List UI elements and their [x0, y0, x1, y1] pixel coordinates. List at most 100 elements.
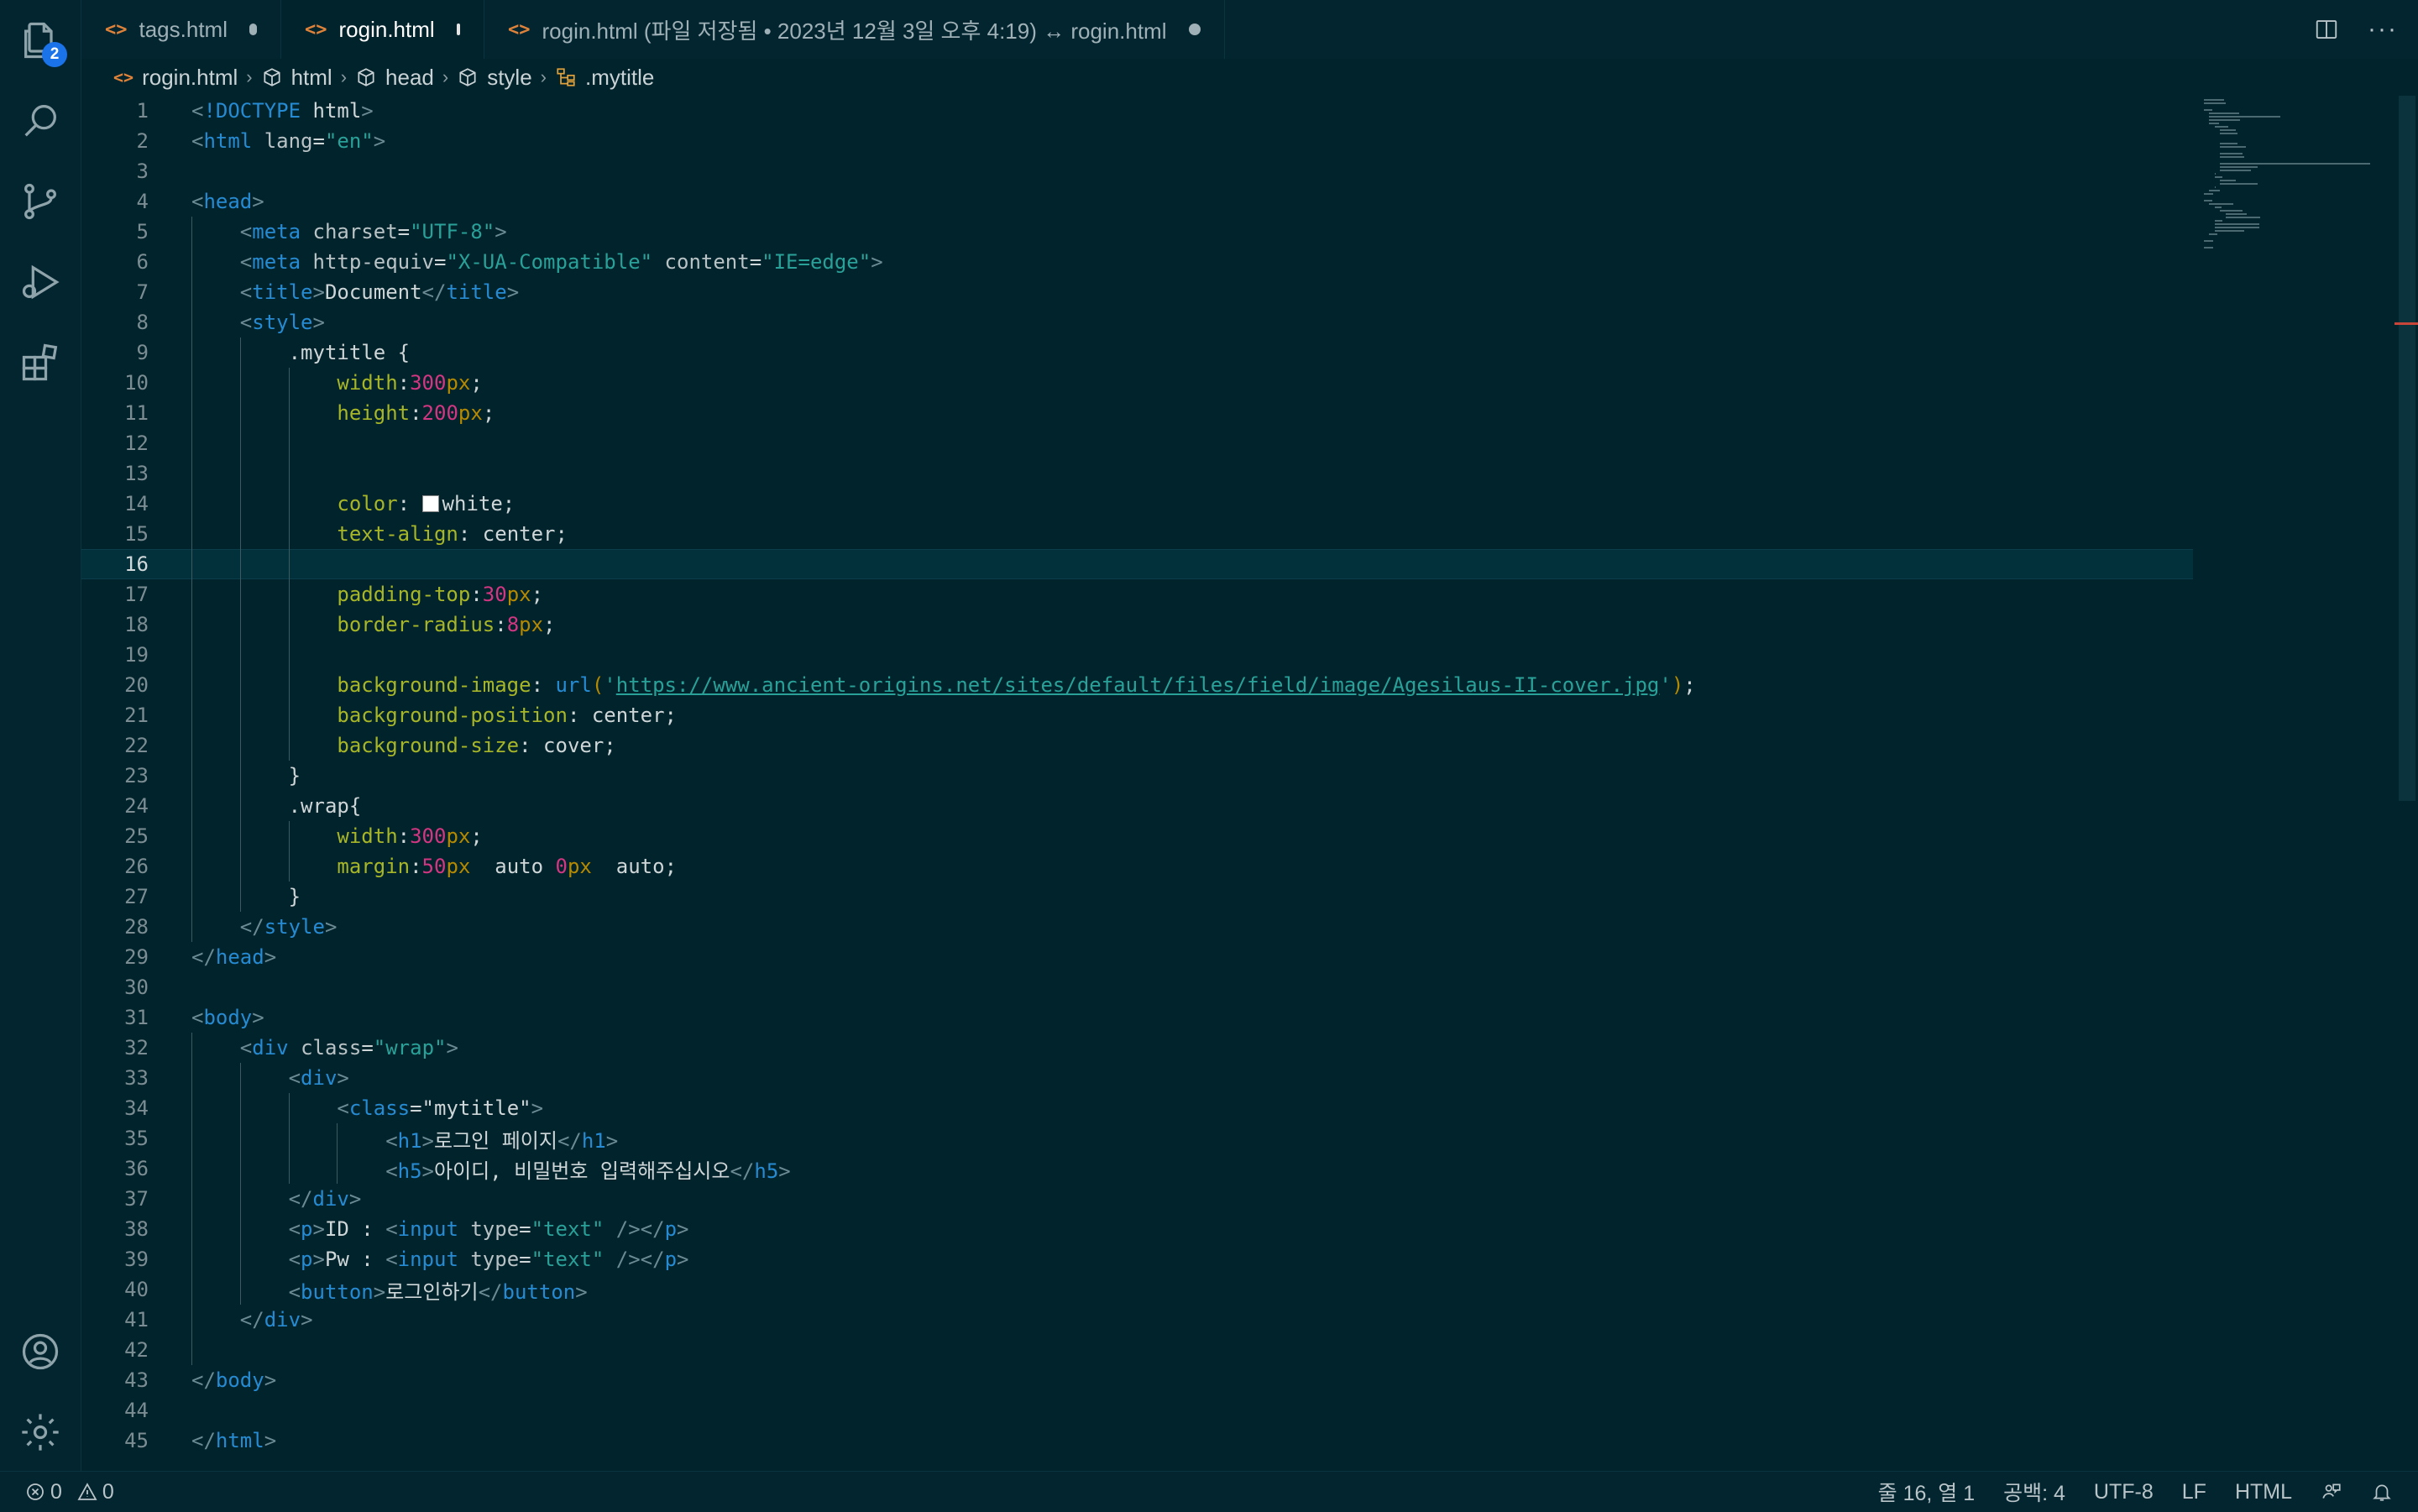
breadcrumb-html[interactable]: html: [261, 65, 332, 91]
bell-icon[interactable]: [2371, 1481, 2393, 1503]
feedback-icon[interactable]: [2321, 1481, 2342, 1503]
code-line[interactable]: 7 <title>Document</title>: [81, 277, 2197, 307]
code-line[interactable]: 9 .mytitle {: [81, 337, 2197, 368]
code-line[interactable]: 13: [81, 458, 2197, 489]
tab-rogin-diff[interactable]: <> rogin.html (파일 저장됨 • 2023년 12월 3일 오후 …: [484, 0, 1225, 59]
code-line[interactable]: 14 color: white;: [81, 489, 2197, 519]
code-line[interactable]: 6 <meta http-equiv="X-UA-Compatible" con…: [81, 247, 2197, 277]
search-button[interactable]: [0, 81, 81, 161]
code-line[interactable]: 28 </style>: [81, 912, 2197, 942]
code-line[interactable]: 15 text-align: center;: [81, 519, 2197, 549]
code-line[interactable]: 17 padding-top:30px;: [81, 579, 2197, 610]
code-text: width:300px;: [337, 371, 483, 395]
code-line[interactable]: 1 <!DOCTYPE html>: [81, 96, 2197, 126]
code-line[interactable]: 41 </div>: [81, 1305, 2197, 1335]
settings-button[interactable]: [0, 1392, 81, 1473]
code-line[interactable]: 3: [81, 156, 2197, 186]
code-line[interactable]: 34 <class="mytitle">: [81, 1093, 2197, 1123]
code-line[interactable]: 8 <style>: [81, 307, 2197, 337]
breadcrumb-file[interactable]: <> rogin.html: [113, 65, 238, 91]
code-line[interactable]: 26 margin:50px auto 0px auto;: [81, 851, 2197, 882]
run-debug-button[interactable]: [0, 242, 81, 322]
line-number: 8: [136, 311, 149, 334]
code-line[interactable]: 21 background-position: center;: [81, 700, 2197, 730]
accounts-button[interactable]: [0, 1311, 81, 1392]
code-line[interactable]: 25 width:300px;: [81, 821, 2197, 851]
extensions-button[interactable]: [0, 322, 81, 403]
code-line[interactable]: 37 </div>: [81, 1184, 2197, 1214]
code-line[interactable]: 32 <div class="wrap">: [81, 1033, 2197, 1063]
problems-status[interactable]: 0 0: [25, 1480, 114, 1504]
breadcrumb: <> rogin.html › html › head › style › .m…: [81, 59, 2418, 96]
minimap[interactable]: [2197, 96, 2399, 1471]
color-swatch-icon[interactable]: [421, 495, 439, 512]
breadcrumb-style[interactable]: style: [457, 65, 532, 91]
code-line[interactable]: 33 <div>: [81, 1063, 2197, 1093]
language-status[interactable]: HTML: [2235, 1480, 2292, 1504]
code-line[interactable]: 12: [81, 428, 2197, 458]
code-text: <h1>로그인 페이지</h1>: [385, 1128, 619, 1153]
code-text: <p>ID : <input type="text" /></p>: [288, 1217, 689, 1241]
code-line[interactable]: 5 <meta charset="UTF-8">: [81, 217, 2197, 247]
activity-bar: 2: [0, 0, 81, 1471]
explorer-button[interactable]: 2: [0, 0, 81, 81]
minimap-line: [2220, 153, 2243, 154]
code-line[interactable]: 24 .wrap{: [81, 791, 2197, 821]
code-line[interactable]: 42: [81, 1335, 2197, 1365]
cursor-position-status[interactable]: 줄 16, 열 1: [1878, 1477, 1976, 1507]
code-line[interactable]: 44: [81, 1395, 2197, 1426]
code-line[interactable]: 39 <p>Pw : <input type="text" /></p>: [81, 1244, 2197, 1274]
tab-rogin-html[interactable]: <> rogin.html: [281, 0, 484, 59]
code-line[interactable]: 35 <h1>로그인 페이지</h1>: [81, 1123, 2197, 1154]
modified-dot-icon[interactable]: [1188, 24, 1201, 35]
code-text: <head>: [191, 190, 264, 213]
code-text: }: [191, 764, 301, 787]
eol-status[interactable]: LF: [2182, 1480, 2206, 1504]
code-line[interactable]: 27 }: [81, 882, 2197, 912]
tab-label: rogin.html: [338, 16, 435, 42]
editor-scrollbar[interactable]: [2399, 96, 2415, 801]
code-line[interactable]: 16: [81, 549, 2193, 579]
split-editor-icon[interactable]: [2314, 17, 2339, 42]
html-file-icon: <>: [113, 67, 134, 87]
code-line[interactable]: 29 </head>: [81, 942, 2197, 972]
tab-label: tags.html: [139, 16, 228, 42]
code-editor[interactable]: 1 <!DOCTYPE html> 2 <html lang="en"> 3 4 <head…: [81, 96, 2197, 1471]
code-text: </div>: [239, 1308, 313, 1332]
line-number: 28: [124, 915, 149, 939]
code-line[interactable]: 19: [81, 640, 2197, 670]
status-bar: 0 0 줄 16, 열 1 공백: 4 UTF-8 LF HTML: [0, 1471, 2418, 1512]
code-line[interactable]: 43 </body>: [81, 1365, 2197, 1395]
indentation-status[interactable]: 공백: 4: [2003, 1477, 2065, 1507]
minimap-line: [2214, 230, 2244, 232]
more-actions-icon[interactable]: ···: [2368, 15, 2398, 44]
code-line[interactable]: 20 background-image: url('https://www.an…: [81, 670, 2197, 700]
minimap-line: [2214, 176, 2223, 178]
tab-tags-html[interactable]: <> tags.html: [81, 0, 281, 59]
code-line[interactable]: 45 </html>: [81, 1426, 2197, 1456]
code-text: }: [191, 885, 301, 908]
code-line[interactable]: 23 }: [81, 761, 2197, 791]
breadcrumb-head[interactable]: head: [355, 65, 434, 91]
modified-dot-icon[interactable]: [456, 24, 460, 35]
minimap-line: [2220, 180, 2237, 181]
code-line[interactable]: 38 <p>ID : <input type="text" /></p>: [81, 1214, 2197, 1244]
code-line[interactable]: 10 width:300px;: [81, 368, 2197, 398]
html-file-icon: <>: [508, 18, 531, 40]
code-line[interactable]: 36 <h5>아이디, 비밀번호 입력해주십시오</h5>: [81, 1154, 2197, 1184]
line-number: 19: [124, 643, 149, 667]
code-line[interactable]: 22 background-size: cover;: [81, 730, 2197, 761]
encoding-status[interactable]: UTF-8: [2094, 1480, 2154, 1504]
modified-dot-icon[interactable]: [249, 24, 257, 35]
code-line[interactable]: 2 <html lang="en">: [81, 126, 2197, 156]
code-text: border-radius:8px;: [337, 613, 556, 636]
source-control-button[interactable]: [0, 161, 81, 242]
code-line[interactable]: 30: [81, 972, 2197, 1002]
code-line[interactable]: 31 <body>: [81, 1002, 2197, 1033]
code-text: <meta charset="UTF-8">: [239, 220, 507, 243]
breadcrumb-mytitle[interactable]: .mytitle: [555, 65, 654, 91]
code-line[interactable]: 11 height:200px;: [81, 398, 2197, 428]
code-line[interactable]: 4 <head>: [81, 186, 2197, 217]
code-line[interactable]: 18 border-radius:8px;: [81, 610, 2197, 640]
code-line[interactable]: 40 <button>로그인하기</button>: [81, 1274, 2197, 1305]
